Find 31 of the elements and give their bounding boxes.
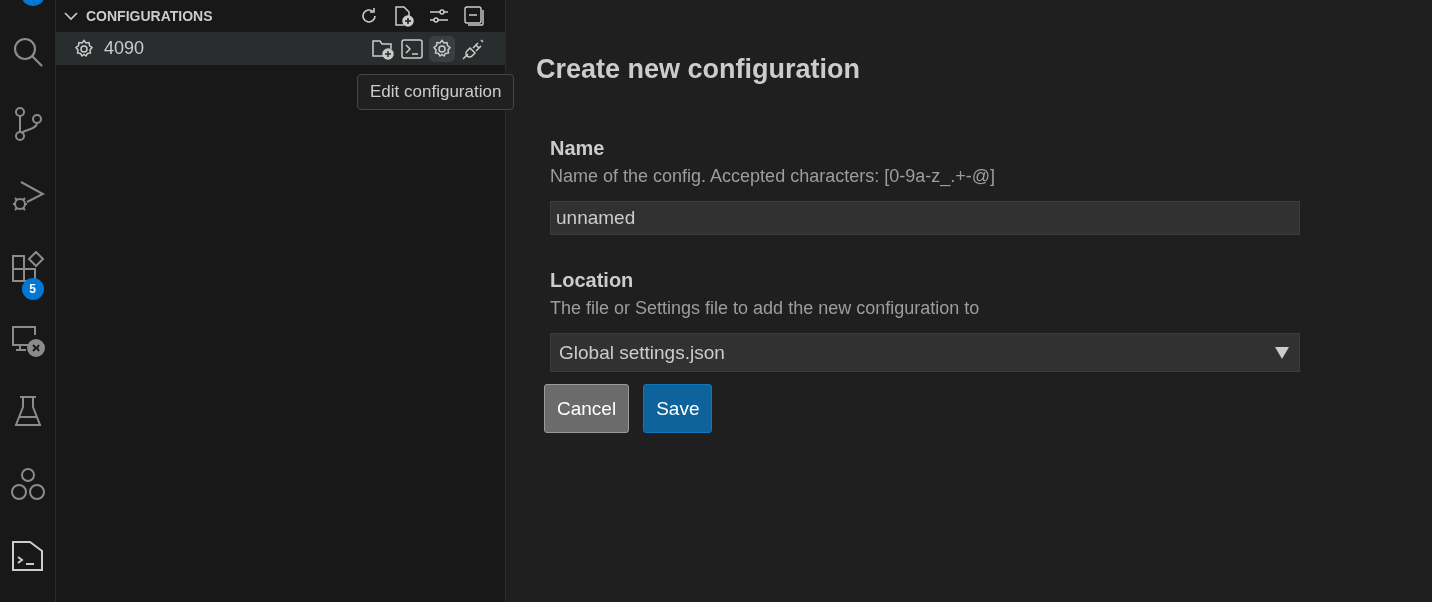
location-dropdown[interactable]: Global settings.json [550, 333, 1300, 372]
sliders-icon[interactable] [429, 6, 449, 26]
field-label: Location [550, 269, 635, 292]
chevron-icon[interactable] [64, 11, 78, 21]
field-label: Name [550, 137, 606, 160]
collapse-all-icon[interactable] [463, 5, 485, 27]
form-title: Create new configuration [536, 54, 862, 85]
terminal-icon[interactable] [10, 539, 45, 573]
section-title[interactable]: CONFIGURATIONS [86, 8, 213, 24]
run-debug-icon[interactable] [10, 179, 45, 213]
folder-add-icon[interactable] [371, 37, 395, 60]
extensions-badge: 5 [21, 278, 44, 300]
name-input[interactable]: unnamed [550, 201, 1300, 235]
extensions-icon[interactable] [9, 251, 46, 285]
dropdown-arrow-icon [1275, 346, 1289, 359]
remote-explorer-icon[interactable] [9, 323, 46, 357]
plug-icon[interactable] [461, 37, 485, 60]
cancel-button[interactable]: Cancel [544, 384, 630, 433]
settings-icon [432, 38, 452, 59]
field-description: The file or Settings file to add the new configuration to [550, 298, 981, 319]
terminal-icon[interactable] [401, 37, 423, 60]
tooltip: Edit configuration [357, 73, 515, 110]
gear-icon [74, 38, 94, 59]
field-description: Name of the config. Accepted characters: [0-9a-z_.+-@] [550, 166, 996, 187]
item-label: 4090 [104, 38, 145, 59]
flask-icon[interactable] [12, 395, 43, 429]
new-file-icon[interactable] [393, 5, 415, 27]
refresh-icon[interactable] [359, 6, 379, 26]
settings-button[interactable] [429, 35, 455, 62]
circles-icon[interactable] [9, 467, 46, 501]
save-button[interactable]: Save [643, 384, 713, 433]
